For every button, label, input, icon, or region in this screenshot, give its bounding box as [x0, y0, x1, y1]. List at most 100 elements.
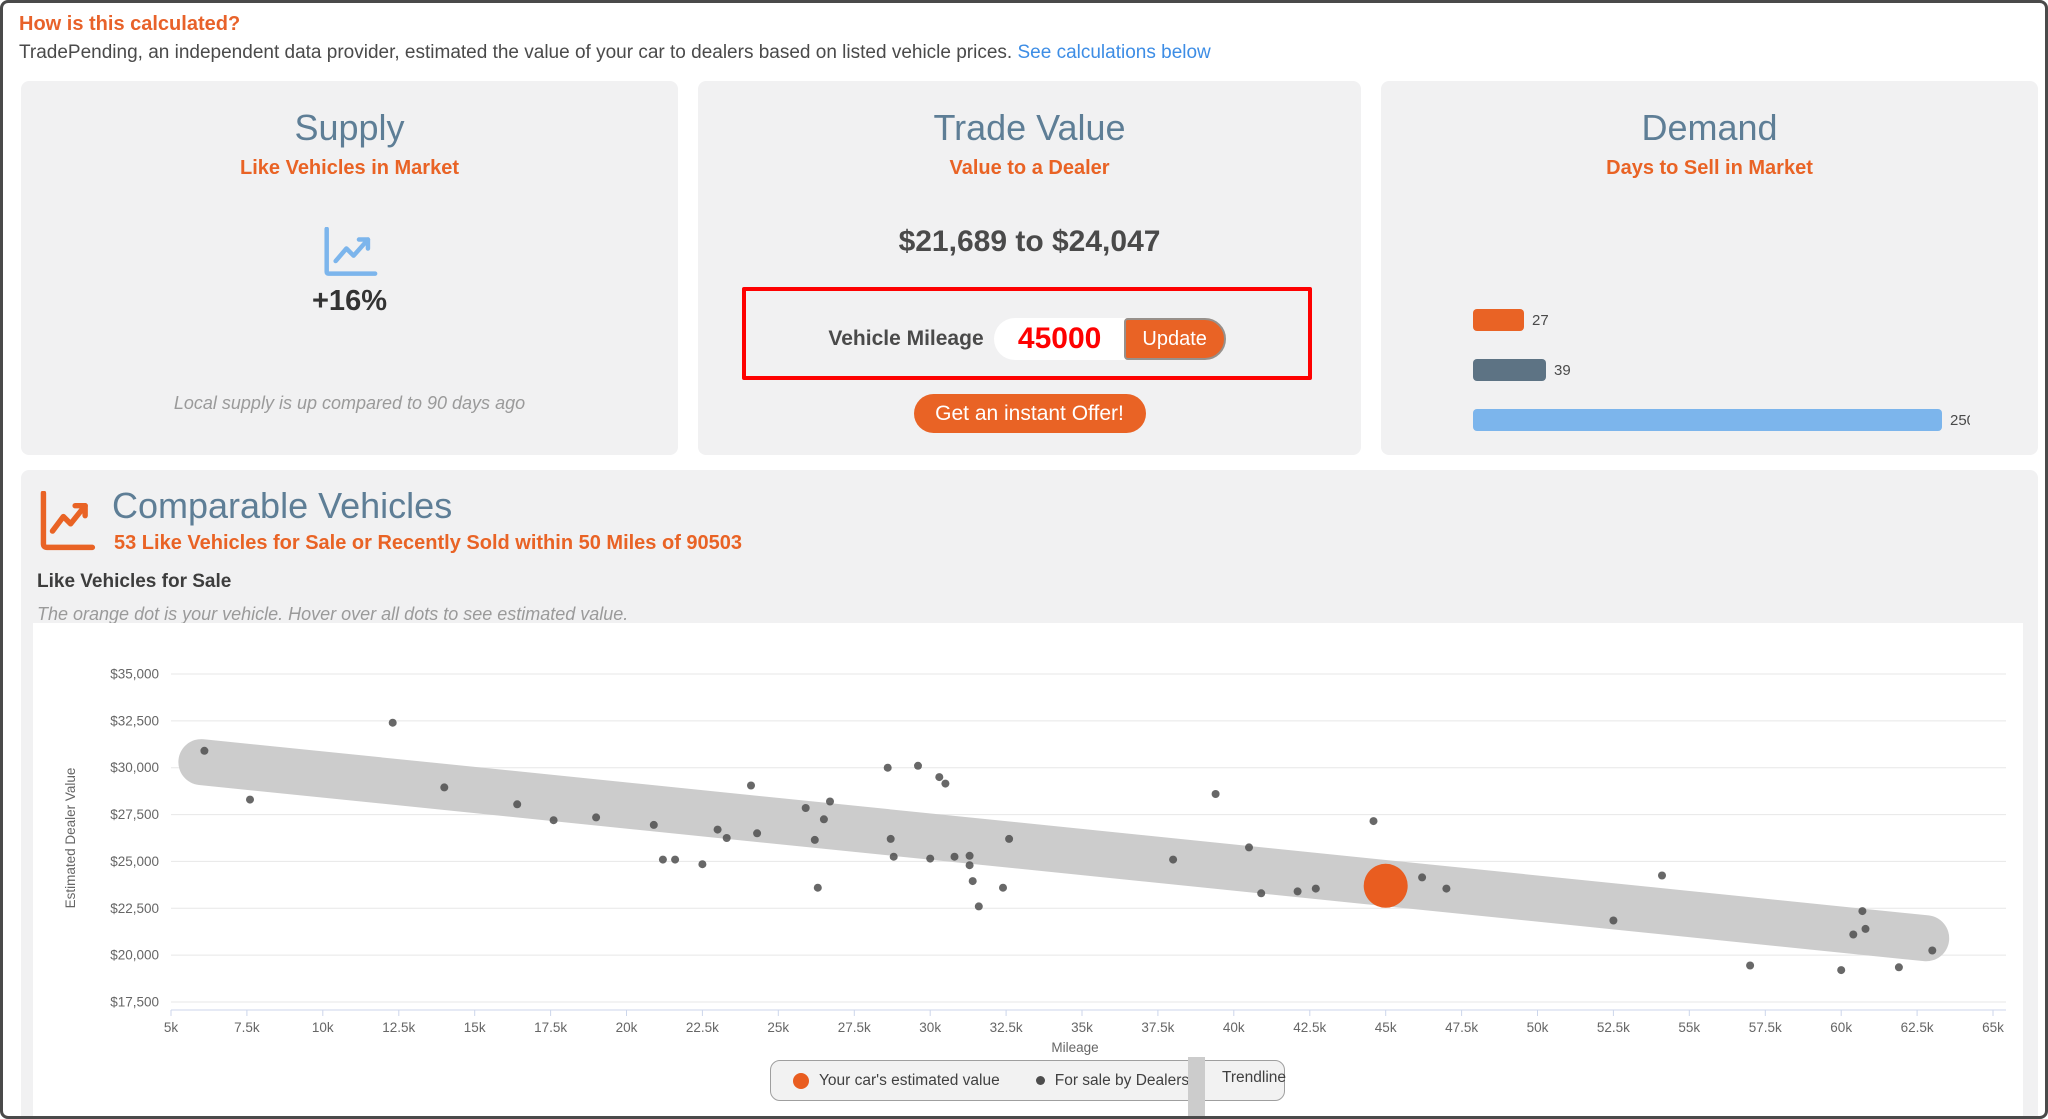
svg-text:12.5k: 12.5k [382, 1020, 415, 1035]
scatter-point[interactable] [826, 798, 834, 806]
scatter-point[interactable] [884, 764, 892, 772]
scatter-point[interactable] [914, 762, 922, 770]
scatter-point[interactable] [1895, 963, 1903, 971]
your-vehicle-point[interactable] [1364, 864, 1408, 908]
svg-text:40k: 40k [1223, 1020, 1245, 1035]
svg-text:52.5k: 52.5k [1597, 1020, 1630, 1035]
scatter-point[interactable] [1312, 885, 1320, 893]
scatter-point[interactable] [966, 852, 974, 860]
scatter-point[interactable] [1862, 925, 1870, 933]
svg-text:$32,500: $32,500 [110, 713, 159, 728]
scatter-point[interactable] [1837, 966, 1845, 974]
demand-bar[interactable] [1473, 309, 1524, 331]
svg-text:27.5k: 27.5k [838, 1020, 871, 1035]
scatter-point[interactable] [1658, 872, 1666, 880]
scatter-point[interactable] [650, 821, 658, 829]
scatter-point[interactable] [1245, 843, 1253, 851]
highlight-annotation-rect: Vehicle Mileage Update [742, 287, 1312, 380]
svg-text:5k: 5k [164, 1020, 179, 1035]
scatter-point[interactable] [887, 835, 895, 843]
scatter-point[interactable] [1849, 931, 1857, 939]
scatter-point[interactable] [592, 813, 600, 821]
scatter-point[interactable] [1212, 790, 1220, 798]
svg-text:22.5k: 22.5k [686, 1020, 719, 1035]
scatter-point[interactable] [1370, 817, 1378, 825]
scatter-point[interactable] [951, 853, 959, 861]
scatter-point[interactable] [550, 816, 558, 824]
scatter-point[interactable] [811, 836, 819, 844]
instant-offer-button[interactable]: Get an instant Offer! [914, 394, 1146, 433]
scatter-point[interactable] [1294, 887, 1302, 895]
gray-dot-icon [1036, 1076, 1045, 1085]
scatter-chart-card: $17,500$20,000$22,500$25,000$27,500$30,0… [33, 623, 2023, 1119]
scatter-chart-legend: Your car's estimated value For sale by D… [770, 1060, 1285, 1101]
scatter-point[interactable] [941, 780, 949, 788]
scatter-chart[interactable]: $17,500$20,000$22,500$25,000$27,500$30,0… [33, 623, 2023, 1059]
header-body-text: TradePending, an independent data provid… [19, 42, 1012, 63]
scatter-point[interactable] [200, 747, 208, 755]
scatter-point[interactable] [698, 860, 706, 868]
scatter-point[interactable] [1257, 889, 1265, 897]
scatter-point[interactable] [1418, 873, 1426, 881]
svg-text:$35,000: $35,000 [110, 667, 159, 682]
svg-text:30k: 30k [919, 1020, 941, 1035]
svg-text:$17,500: $17,500 [110, 995, 159, 1010]
y-axis-title: Estimated Dealer Value [63, 768, 78, 909]
svg-text:$22,500: $22,500 [110, 901, 159, 916]
svg-text:37.5k: 37.5k [1141, 1020, 1174, 1035]
scatter-point[interactable] [513, 800, 521, 808]
svg-text:$25,000: $25,000 [110, 854, 159, 869]
scatter-point[interactable] [440, 783, 448, 791]
demand-bar[interactable] [1473, 409, 1942, 431]
svg-text:10k: 10k [312, 1020, 334, 1035]
scatter-point[interactable] [1609, 917, 1617, 925]
scatter-point[interactable] [935, 773, 943, 781]
svg-text:65k: 65k [1982, 1020, 2004, 1035]
scatter-point[interactable] [969, 877, 977, 885]
scatter-point[interactable] [975, 902, 983, 910]
list-heading: Like Vehicles for Sale [37, 571, 231, 593]
legend-trendline-label[interactable]: Trendline [1222, 1069, 1286, 1087]
scatter-point[interactable] [1858, 907, 1866, 915]
scatter-point[interactable] [814, 884, 822, 892]
scatter-point[interactable] [723, 834, 731, 842]
scatter-point[interactable] [671, 856, 679, 864]
scatter-point[interactable] [659, 856, 667, 864]
section-subtitle: 53 Like Vehicles for Sale or Recently So… [114, 532, 742, 555]
legend-item-your-car[interactable]: Your car's estimated value [793, 1072, 1000, 1090]
scatter-point[interactable] [389, 719, 397, 727]
scatter-point[interactable] [714, 826, 722, 834]
trade-heading: Trade Value [698, 107, 1361, 149]
scatter-point[interactable] [820, 815, 828, 823]
trend-chart-icon [321, 227, 379, 284]
scatter-point[interactable] [926, 855, 934, 863]
scatter-point[interactable] [802, 804, 810, 812]
scatter-point[interactable] [246, 796, 254, 804]
supply-heading: Supply [21, 107, 678, 149]
scatter-point[interactable] [753, 829, 761, 837]
svg-text:35k: 35k [1071, 1020, 1093, 1035]
chart-hint-note: The orange dot is your vehicle. Hover ov… [37, 604, 628, 625]
svg-text:50k: 50k [1527, 1020, 1549, 1035]
scatter-point[interactable] [966, 861, 974, 869]
vehicle-mileage-input[interactable] [994, 318, 1126, 360]
scatter-point[interactable] [1746, 962, 1754, 970]
scatter-point[interactable] [1928, 947, 1936, 955]
scatter-point[interactable] [1169, 856, 1177, 864]
scatter-point[interactable] [999, 884, 1007, 892]
supply-subheading: Like Vehicles in Market [21, 157, 678, 180]
scatter-point[interactable] [1005, 835, 1013, 843]
trendline-swatch-icon [1188, 1057, 1205, 1119]
scatter-point[interactable] [747, 782, 755, 790]
svg-text:$30,000: $30,000 [110, 760, 159, 775]
demand-bar[interactable] [1473, 359, 1546, 381]
legend-item-dealers[interactable]: For sale by Dealers [1036, 1072, 1189, 1090]
update-button[interactable]: Update [1124, 318, 1226, 360]
see-calculations-link[interactable]: See calculations below [1017, 42, 1210, 63]
svg-text:7.5k: 7.5k [234, 1020, 260, 1035]
scatter-point[interactable] [1442, 885, 1450, 893]
scatter-point[interactable] [890, 853, 898, 861]
mileage-row: Vehicle Mileage Update [746, 318, 1308, 360]
x-axis-title: Mileage [1051, 1040, 1098, 1055]
trade-value-range: $21,689 to $24,047 [698, 225, 1361, 259]
